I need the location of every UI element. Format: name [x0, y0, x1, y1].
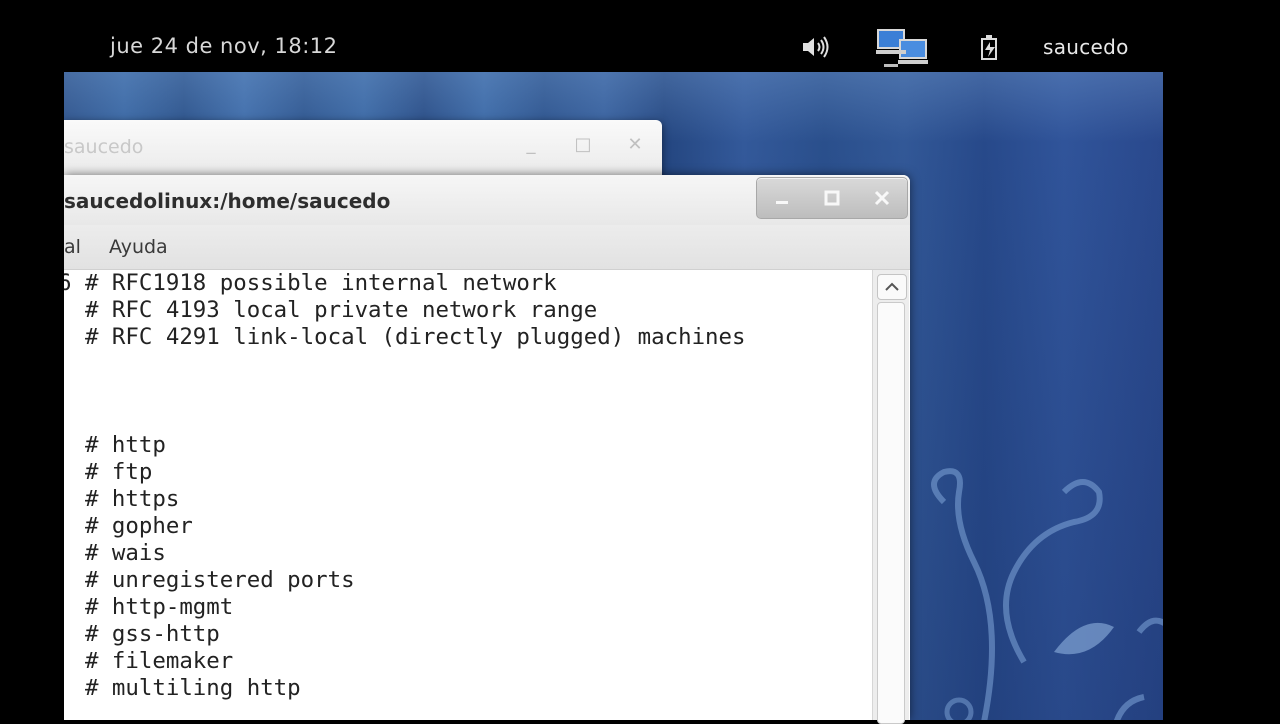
maximize-icon	[824, 190, 840, 206]
close-button[interactable]	[857, 178, 907, 218]
window-title: saucedolinux:/home/saucedo	[64, 189, 391, 213]
background-terminal-window[interactable]: saucedo _ □ ✕	[64, 120, 662, 180]
close-button[interactable]: ✕	[620, 130, 650, 160]
volume-icon[interactable]	[801, 35, 833, 59]
maximize-button[interactable]	[807, 178, 857, 218]
chevron-up-icon	[885, 282, 899, 291]
menu-terminal[interactable]: al	[64, 236, 81, 258]
terminal-line: # gss-http	[64, 621, 220, 647]
maximize-button[interactable]: □	[568, 130, 598, 160]
close-icon	[874, 190, 890, 206]
minimize-button[interactable]: _	[516, 130, 546, 160]
terminal-output[interactable]: 6 # RFC1918 possible internal network # …	[64, 270, 872, 720]
scrollbar[interactable]	[872, 270, 909, 724]
minimize-button[interactable]	[757, 178, 807, 218]
terminal-line: # RFC 4193 local private network range	[64, 297, 598, 323]
user-menu[interactable]: saucedo	[1043, 35, 1129, 59]
scroll-thumb[interactable]	[877, 302, 905, 724]
scroll-up-button[interactable]	[877, 274, 907, 300]
top-panel: jue 24 de nov, 18:12 saucedo	[0, 0, 1280, 72]
battery-icon[interactable]	[976, 33, 1004, 61]
window-controls	[756, 177, 908, 219]
right-border	[1163, 72, 1280, 720]
terminal-window[interactable]: saucedolinux:/home/saucedo al Ayuda 6 # …	[64, 175, 910, 724]
terminal-line: # http	[64, 432, 166, 458]
terminal-line: # unregistered ports	[64, 567, 355, 593]
floral-decoration	[931, 468, 1163, 720]
terminal-line: 6 # RFC1918 possible internal network	[64, 270, 557, 296]
menu-help[interactable]: Ayuda	[109, 236, 168, 258]
window-title: saucedo	[64, 136, 144, 158]
network-icon[interactable]	[874, 26, 932, 70]
menubar: al Ayuda	[64, 225, 910, 270]
terminal-line: # ftp	[64, 459, 153, 485]
terminal-line: # http-mgmt	[64, 594, 234, 620]
clock[interactable]: jue 24 de nov, 18:12	[110, 34, 338, 58]
terminal-line: # filemaker	[64, 648, 234, 674]
titlebar[interactable]: saucedolinux:/home/saucedo	[64, 175, 910, 225]
terminal-line: # gopher	[64, 513, 193, 539]
terminal-line: # multiling http	[64, 675, 301, 701]
terminal-line: # RFC 4291 link-local (directly plugged)…	[64, 324, 746, 350]
terminal-text: 6 # RFC1918 possible internal network # …	[64, 270, 746, 702]
terminal-line: # wais	[64, 540, 166, 566]
minimize-icon	[776, 201, 788, 204]
terminal-line: # https	[64, 486, 180, 512]
left-border	[0, 72, 64, 720]
